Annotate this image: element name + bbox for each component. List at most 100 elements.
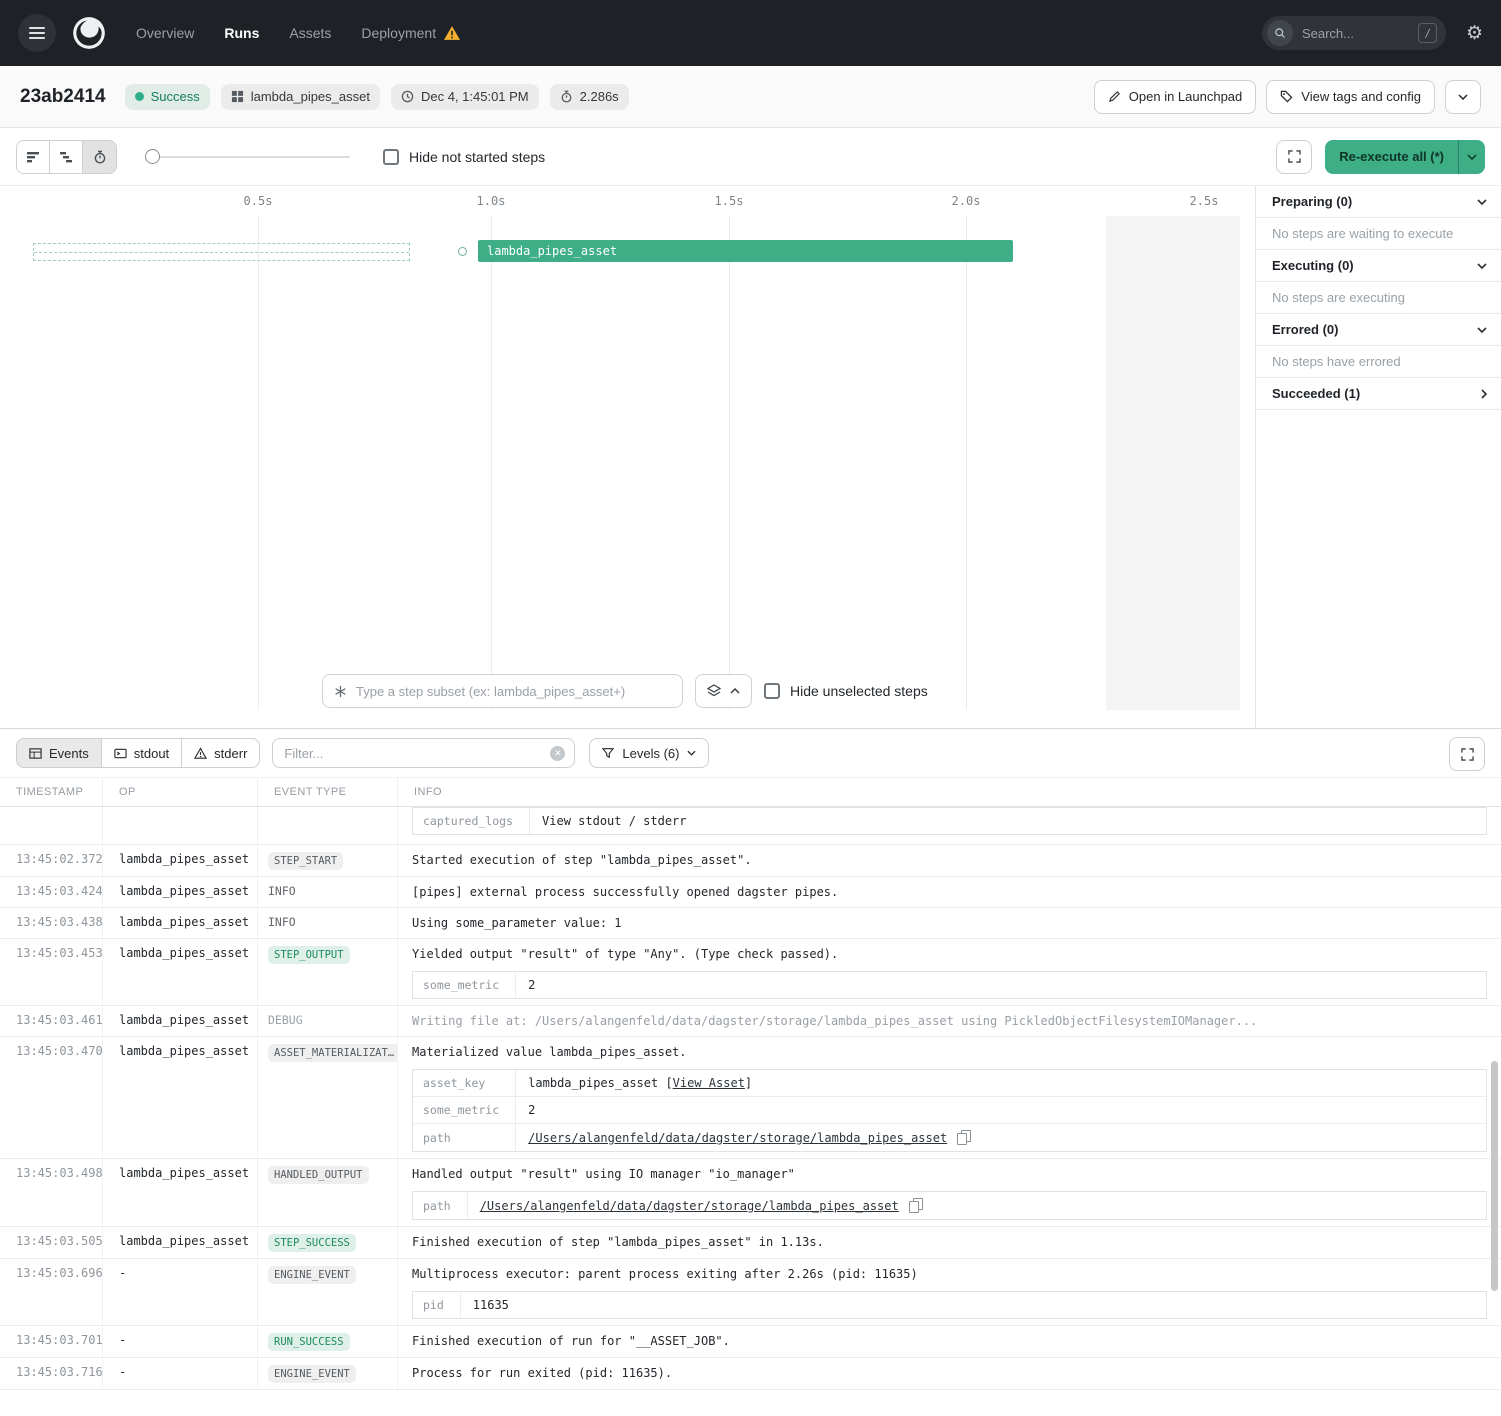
- metadata-row: pid11635: [413, 1292, 1486, 1318]
- path-link[interactable]: /Users/alangenfeld/data/dagster/storage/…: [480, 1199, 899, 1213]
- expand-icon: [1288, 150, 1301, 163]
- levels-filter-label: Levels (6): [622, 746, 679, 761]
- dagster-logo[interactable]: [70, 14, 108, 52]
- metadata-value-text: 2: [528, 1103, 535, 1117]
- gantt-mode-waterfall-button[interactable]: [50, 141, 83, 173]
- log-event-type: STEP_OUTPUT: [258, 939, 398, 1005]
- log-message: Multiprocess executor: parent process ex…: [412, 1266, 1487, 1283]
- view-asset-link[interactable]: View Asset: [673, 1076, 745, 1090]
- reexecute-split-button[interactable]: Re-execute all (*): [1325, 140, 1485, 174]
- log-event-type: STEP_START: [258, 845, 398, 876]
- open-in-launchpad-button[interactable]: Open in Launchpad: [1094, 80, 1256, 114]
- log-op: -: [103, 1259, 258, 1325]
- log-info: Finished execution of step "lambda_pipes…: [398, 1227, 1501, 1258]
- hamburger-menu-button[interactable]: [18, 14, 56, 52]
- log-row[interactable]: captured_logsView stdout / stderr: [0, 807, 1501, 845]
- log-timestamp: 13:45:03.438: [0, 908, 103, 938]
- reexecute-all-button[interactable]: Re-execute all (*): [1325, 140, 1458, 174]
- nav-runs[interactable]: Runs: [224, 25, 259, 41]
- log-timestamp: 13:45:03.461: [0, 1006, 103, 1036]
- event-type-badge: STEP_START: [268, 852, 343, 870]
- log-row[interactable]: 13:45:03.470lambda_pipes_assetASSET_MATE…: [0, 1037, 1501, 1159]
- gantt-view-mode-group: [16, 140, 117, 174]
- log-message: Finished execution of run for "__ASSET_J…: [412, 1333, 1487, 1350]
- panel-section-preparing[interactable]: Preparing (0): [1256, 186, 1501, 218]
- log-row[interactable]: 13:45:03.461lambda_pipes_assetDEBUGWriti…: [0, 1006, 1501, 1037]
- log-table-body: captured_logsView stdout / stderr13:45:0…: [0, 807, 1501, 1390]
- log-row[interactable]: 13:45:03.498lambda_pipes_assetHANDLED_OU…: [0, 1159, 1501, 1227]
- log-row[interactable]: 13:45:03.505lambda_pipes_assetSTEP_SUCCE…: [0, 1227, 1501, 1259]
- log-row[interactable]: 13:45:02.372lambda_pipes_assetSTEP_START…: [0, 845, 1501, 877]
- log-timestamp: 13:45:03.453: [0, 939, 103, 1005]
- panel-section-succeeded[interactable]: Succeeded (1): [1256, 378, 1501, 410]
- log-row[interactable]: 13:45:03.424lambda_pipes_assetINFO[pipes…: [0, 877, 1501, 908]
- gantt-bar-lambda-pipes-asset[interactable]: lambda_pipes_asset: [478, 240, 1013, 262]
- metadata-value: View stdout / stderr: [530, 808, 1486, 834]
- metadata-key: path: [413, 1124, 516, 1151]
- panel-empty-text: No steps are waiting to execute: [1272, 226, 1453, 241]
- gantt-fullscreen-button[interactable]: [1276, 140, 1312, 174]
- nav-assets[interactable]: Assets: [289, 25, 331, 41]
- logs-fullscreen-button[interactable]: [1449, 737, 1485, 771]
- log-row[interactable]: 13:45:03.453lambda_pipes_assetSTEP_OUTPU…: [0, 939, 1501, 1006]
- nav-overview[interactable]: Overview: [136, 25, 194, 41]
- gantt-mode-timed-button[interactable]: [83, 141, 116, 173]
- top-nav: Overview Runs Assets Deployment Search..…: [0, 0, 1501, 66]
- panel-section-title: Succeeded (1): [1272, 386, 1360, 401]
- deployment-warning-icon: [444, 26, 460, 40]
- tab-stdout[interactable]: stdout: [101, 738, 182, 768]
- clear-filter-icon[interactable]: ✕: [550, 746, 565, 761]
- run-id: 23ab2414: [20, 86, 106, 108]
- log-event-type: ENGINE_EVENT: [258, 1259, 398, 1325]
- step-subset-selector[interactable]: [322, 674, 683, 708]
- log-row[interactable]: 13:45:03.701-RUN_SUCCESSFinished executi…: [0, 1326, 1501, 1358]
- log-info: Process for run exited (pid: 11635).: [398, 1358, 1501, 1389]
- slider-knob[interactable]: [145, 149, 160, 164]
- nav-deployment[interactable]: Deployment: [361, 25, 460, 41]
- path-link[interactable]: /Users/alangenfeld/data/dagster/storage/…: [528, 1131, 947, 1145]
- log-message: Using some_parameter value: 1: [412, 915, 1487, 932]
- event-type-badge: DEBUG: [268, 1013, 303, 1027]
- reexecute-dropdown-button[interactable]: [1458, 140, 1485, 174]
- settings-gear-icon[interactable]: ⚙: [1466, 24, 1483, 43]
- hide-not-started-toggle[interactable]: Hide not started steps: [383, 149, 545, 165]
- hide-not-started-checkbox[interactable]: [383, 149, 399, 165]
- log-filter-input[interactable]: [284, 746, 542, 761]
- log-timestamp: 13:45:02.372: [0, 845, 103, 876]
- panel-section-executing[interactable]: Executing (0): [1256, 250, 1501, 282]
- beyond-run-end-region: [1106, 216, 1240, 710]
- metadata-value-text: View stdout / stderr: [542, 814, 687, 828]
- step-subset-input[interactable]: [356, 684, 671, 699]
- tab-stderr[interactable]: stderr: [181, 738, 260, 768]
- metadata-key: pid: [413, 1292, 461, 1318]
- tab-stdout-label: stdout: [134, 746, 169, 761]
- event-type-badge: ASSET_MATERIALIZAT…: [268, 1044, 398, 1062]
- logs-scrollbar-thumb[interactable]: [1491, 1061, 1498, 1291]
- panel-section-errored[interactable]: Errored (0): [1256, 314, 1501, 346]
- tab-events[interactable]: Events: [16, 738, 102, 768]
- log-filter[interactable]: ✕: [272, 738, 575, 768]
- gantt-region: 0.5s 1.0s 1.5s 2.0s 2.5s lambda_pipes_as…: [0, 185, 1501, 728]
- log-row[interactable]: 13:45:03.716-ENGINE_EVENTProcess for run…: [0, 1358, 1501, 1390]
- global-search[interactable]: Search... /: [1262, 16, 1446, 50]
- panel-empty-text: No steps have errored: [1272, 354, 1401, 369]
- run-more-actions-button[interactable]: [1445, 80, 1481, 114]
- graph-query-toggle-button[interactable]: [695, 674, 752, 708]
- axis-tick: 2.5s: [1190, 194, 1219, 208]
- gantt-mode-flat-button[interactable]: [17, 141, 50, 173]
- event-type-badge: STEP_SUCCESS: [268, 1234, 356, 1252]
- log-row[interactable]: 13:45:03.438lambda_pipes_assetINFOUsing …: [0, 908, 1501, 939]
- view-tags-config-button[interactable]: View tags and config: [1266, 80, 1435, 114]
- hide-unselected-toggle[interactable]: Hide unselected steps: [764, 683, 928, 699]
- event-type-badge: ENGINE_EVENT: [268, 1365, 356, 1383]
- levels-filter-button[interactable]: Levels (6): [589, 738, 709, 768]
- job-name-tag[interactable]: lambda_pipes_asset: [221, 84, 380, 110]
- copy-icon[interactable]: [957, 1130, 970, 1144]
- gantt-zoom-slider[interactable]: [145, 149, 350, 165]
- metadata-table: asset_keylambda_pipes_asset [View Asset]…: [412, 1069, 1487, 1152]
- layers-icon: [707, 684, 721, 698]
- panel-section-title: Preparing (0): [1272, 194, 1352, 209]
- hide-unselected-checkbox[interactable]: [764, 683, 780, 699]
- copy-icon[interactable]: [909, 1198, 922, 1212]
- log-row[interactable]: 13:45:03.696-ENGINE_EVENTMultiprocess ex…: [0, 1259, 1501, 1326]
